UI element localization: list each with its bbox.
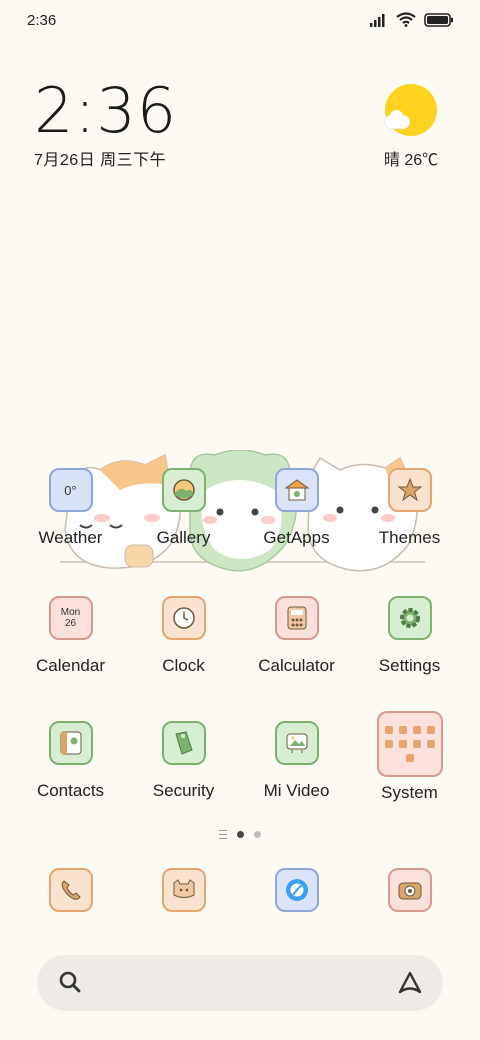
status-time: 2:36 xyxy=(27,12,57,29)
app-label: System xyxy=(381,783,438,802)
app-label: Weather xyxy=(38,528,103,547)
app-label: Gallery xyxy=(156,528,211,547)
battery-icon xyxy=(424,12,453,27)
dock-browser[interactable] xyxy=(240,868,353,912)
app-weather[interactable]: 0° Weather xyxy=(14,468,127,548)
app-contacts[interactable]: Contacts xyxy=(14,721,127,801)
weather-widget[interactable]: 晴 26℃ xyxy=(376,84,446,170)
themes-icon xyxy=(387,468,432,512)
app-system-folder[interactable]: System xyxy=(353,711,466,803)
search-icon xyxy=(59,971,81,993)
calendar-icon: Mon 26 xyxy=(48,596,93,640)
browser-icon xyxy=(274,868,319,912)
weather-icon: 0° xyxy=(48,468,93,512)
app-label: Settings xyxy=(378,656,441,675)
app-label: Calculator xyxy=(258,656,335,675)
app-label: Themes xyxy=(378,528,441,547)
security-icon xyxy=(161,721,206,765)
settings-icon xyxy=(387,596,432,640)
system-folder-icon xyxy=(376,711,443,777)
camera-icon xyxy=(387,868,432,912)
app-label: Clock xyxy=(162,656,205,675)
sunny-cloud-icon xyxy=(385,84,437,136)
clock-time: 2:36 xyxy=(34,74,178,147)
status-bar: 2:36 xyxy=(0,0,480,44)
calendar-icon-glyph: Mon 26 xyxy=(60,607,81,629)
app-clock[interactable]: Clock xyxy=(127,596,240,676)
signal-icon xyxy=(370,13,385,27)
app-themes[interactable]: Themes xyxy=(353,468,466,548)
app-calculator[interactable]: Calculator xyxy=(240,596,353,676)
clock-icon xyxy=(161,596,206,640)
page-indicator[interactable] xyxy=(0,830,480,839)
contacts-icon xyxy=(48,721,93,765)
app-label: Calendar xyxy=(36,656,105,675)
page-dot-1 xyxy=(237,831,244,838)
mi-video-icon xyxy=(274,721,319,765)
app-label: Contacts xyxy=(36,781,105,800)
app-getapps[interactable]: GetApps xyxy=(240,468,353,548)
dock-messages[interactable] xyxy=(127,868,240,912)
page-dot-2 xyxy=(254,831,261,838)
dock-camera[interactable] xyxy=(353,868,466,912)
app-label: Security xyxy=(152,781,215,800)
app-mi-video[interactable]: Mi Video xyxy=(240,721,353,801)
app-label: Mi Video xyxy=(263,781,330,800)
gallery-icon xyxy=(161,468,206,512)
messages-icon xyxy=(161,868,206,912)
phone-icon xyxy=(48,868,93,912)
assistant-icon[interactable] xyxy=(396,968,424,996)
page-list-icon xyxy=(219,830,227,839)
app-label: GetApps xyxy=(263,528,330,547)
status-icons xyxy=(370,12,454,27)
app-security[interactable]: Security xyxy=(127,721,240,801)
clock-widget[interactable]: 2:36 7月26日 周三下午 xyxy=(34,80,177,170)
weather-icon-glyph: 0° xyxy=(64,482,77,498)
weather-text: 晴 26℃ xyxy=(383,152,439,169)
app-gallery[interactable]: Gallery xyxy=(127,468,240,548)
app-settings[interactable]: Settings xyxy=(353,596,466,676)
dock-phone[interactable] xyxy=(14,868,127,912)
wifi-icon xyxy=(396,12,416,27)
app-calendar[interactable]: Mon 26 Calendar xyxy=(14,596,127,676)
clock-date: 7月26日 周三下午 xyxy=(34,152,167,169)
getapps-icon xyxy=(274,468,319,512)
search-bar[interactable] xyxy=(38,955,442,1009)
calculator-icon xyxy=(274,596,319,640)
